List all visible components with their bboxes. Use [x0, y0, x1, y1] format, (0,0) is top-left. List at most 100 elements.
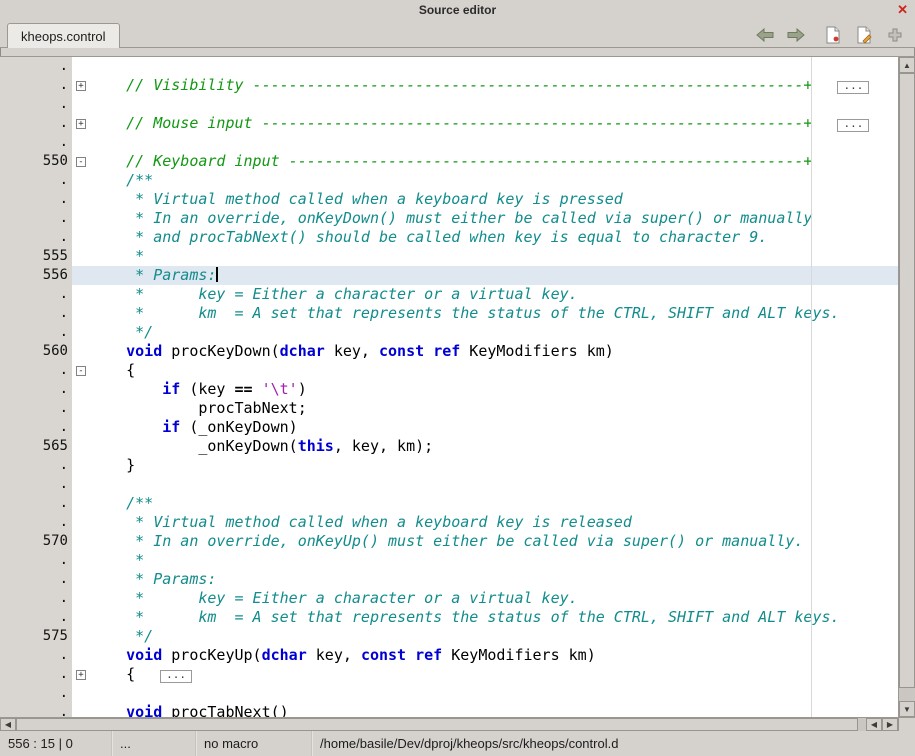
code-line[interactable]: . * and procTabNext() should be called w…: [0, 228, 898, 247]
code-line-body: * Virtual method called when a keyboard …: [72, 190, 898, 209]
code-text: if (_onKeyDown): [90, 418, 898, 437]
line-number: .: [0, 76, 72, 95]
code-text: [90, 684, 898, 703]
status-file-path: /home/basile/Dev/dproj/kheops/src/kheops…: [312, 731, 915, 756]
code-line-body: /**: [72, 171, 898, 190]
code-segment: [406, 646, 415, 664]
fold-expand-icon[interactable]: +: [76, 670, 86, 680]
code-text: if (key == '\t'): [90, 380, 898, 399]
line-number: .: [0, 551, 72, 570]
code-line[interactable]: . void procKeyUp(dchar key, const ref Ke…: [0, 646, 898, 665]
fold-gutter-cell: [72, 266, 90, 285]
code-line[interactable]: 575 */: [0, 627, 898, 646]
code-segment: // Visibility --------------------------…: [126, 76, 812, 94]
fold-collapse-icon[interactable]: -: [76, 366, 86, 376]
nav-forward-icon[interactable]: [784, 24, 808, 46]
code-segment: /**: [126, 494, 153, 512]
fold-ellipsis-box[interactable]: ...: [837, 119, 869, 132]
document-new-view-icon[interactable]: [821, 24, 845, 46]
code-line[interactable]: . + // Visibility -----------------------…: [0, 76, 898, 95]
code-line[interactable]: .: [0, 133, 898, 152]
scroll-right-icon[interactable]: ▶: [882, 718, 898, 731]
fold-gutter-cell: [72, 646, 90, 665]
close-icon[interactable]: ✕: [897, 2, 908, 17]
code-segment: void: [126, 703, 162, 717]
code-line-body: [72, 684, 898, 703]
code-segment: [253, 380, 262, 398]
code-line[interactable]: 560 void procKeyDown(dchar key, const re…: [0, 342, 898, 361]
code-line[interactable]: . if (key == '\t'): [0, 380, 898, 399]
fold-expand-icon[interactable]: +: [76, 119, 86, 129]
code-line[interactable]: . /**: [0, 494, 898, 513]
code-text: */: [90, 627, 898, 646]
code-line[interactable]: .: [0, 57, 898, 76]
code-line[interactable]: . /**: [0, 171, 898, 190]
code-line[interactable]: . * key = Either a character or a virtua…: [0, 285, 898, 304]
line-number: .: [0, 665, 72, 684]
code-area[interactable]: .. + // Visibility ----------------------…: [0, 57, 898, 717]
code-line[interactable]: . */: [0, 323, 898, 342]
code-line[interactable]: . * km = A set that represents the statu…: [0, 304, 898, 323]
detach-move-icon[interactable]: [883, 24, 907, 46]
code-line[interactable]: .+ // Mouse input ----------------------…: [0, 114, 898, 133]
code-line[interactable]: . * In an override, onKeyDown() must eit…: [0, 209, 898, 228]
code-line[interactable]: . * Virtual method called when a keyboar…: [0, 513, 898, 532]
scroll-left-icon[interactable]: ◀: [0, 718, 16, 731]
code-line-body: [72, 95, 898, 114]
code-segment: [90, 171, 126, 189]
line-number: .: [0, 285, 72, 304]
code-line[interactable]: 570 * In an override, onKeyUp() must eit…: [0, 532, 898, 551]
code-line[interactable]: .: [0, 684, 898, 703]
code-line[interactable]: . * Virtual method called when a keyboar…: [0, 190, 898, 209]
code-line[interactable]: . }: [0, 456, 898, 475]
vertical-scrollbar[interactable]: ▲ ▼: [898, 57, 915, 717]
code-line-body: /**: [72, 494, 898, 513]
status-bar: 556 : 15 | 0 ... no macro /home/basile/D…: [0, 731, 915, 756]
code-line[interactable]: 556 * Params:: [0, 266, 898, 285]
code-segment: [90, 703, 126, 717]
fold-ellipsis-box[interactable]: ...: [837, 81, 869, 94]
fold-gutter-cell: -: [72, 361, 90, 380]
code-segment: }: [90, 456, 135, 474]
tab-kheops-control[interactable]: kheops.control: [7, 23, 120, 48]
code-line[interactable]: .- {: [0, 361, 898, 380]
code-line[interactable]: . procTabNext;: [0, 399, 898, 418]
code-line[interactable]: .: [0, 475, 898, 494]
code-line[interactable]: 555 *: [0, 247, 898, 266]
nav-back-icon[interactable]: [753, 24, 777, 46]
code-line[interactable]: .: [0, 95, 898, 114]
code-line[interactable]: 565 _onKeyDown(this, key, km);: [0, 437, 898, 456]
code-line[interactable]: . * km = A set that represents the statu…: [0, 608, 898, 627]
code-segment: [90, 380, 162, 398]
code-line[interactable]: .+ {...: [0, 665, 898, 684]
line-number: 575: [0, 627, 72, 646]
code-text: [90, 57, 898, 76]
code-text: * km = A set that represents the status …: [90, 304, 898, 323]
code-segment: // Keyboard input ----------------------…: [126, 152, 812, 170]
file-path-text: /home/basile/Dev/dproj/kheops/src/kheops…: [320, 736, 618, 751]
scroll-up-icon[interactable]: ▲: [899, 57, 915, 73]
fold-collapse-icon[interactable]: -: [76, 157, 86, 167]
code-line[interactable]: . * Params:: [0, 570, 898, 589]
code-segment: [90, 551, 135, 569]
right-margin-ruler: [811, 57, 812, 717]
line-number: .: [0, 380, 72, 399]
code-line[interactable]: . void procTabNext(): [0, 703, 898, 717]
vertical-scroll-trough[interactable]: [899, 73, 915, 701]
code-line[interactable]: 550- // Keyboard input -----------------…: [0, 152, 898, 171]
document-edit-icon[interactable]: [852, 24, 876, 46]
scroll-left2-icon[interactable]: ◀: [866, 718, 882, 731]
code-segment: *: [135, 551, 144, 569]
scroll-down-icon[interactable]: ▼: [899, 701, 915, 717]
code-segment: (_onKeyDown): [180, 418, 297, 436]
fold-ellipsis-box[interactable]: ...: [160, 670, 192, 683]
horizontal-scroll-trough[interactable]: [16, 718, 866, 731]
code-line-body: - // Keyboard input --------------------…: [72, 152, 898, 171]
horizontal-scrollbar[interactable]: ◀ ◀ ▶: [0, 717, 915, 731]
horizontal-scroll-thumb[interactable]: [16, 718, 858, 731]
code-line[interactable]: . * key = Either a character or a virtua…: [0, 589, 898, 608]
code-line[interactable]: . if (_onKeyDown): [0, 418, 898, 437]
vertical-scroll-thumb[interactable]: [899, 73, 915, 688]
code-line[interactable]: . *: [0, 551, 898, 570]
fold-expand-icon[interactable]: +: [76, 81, 86, 91]
